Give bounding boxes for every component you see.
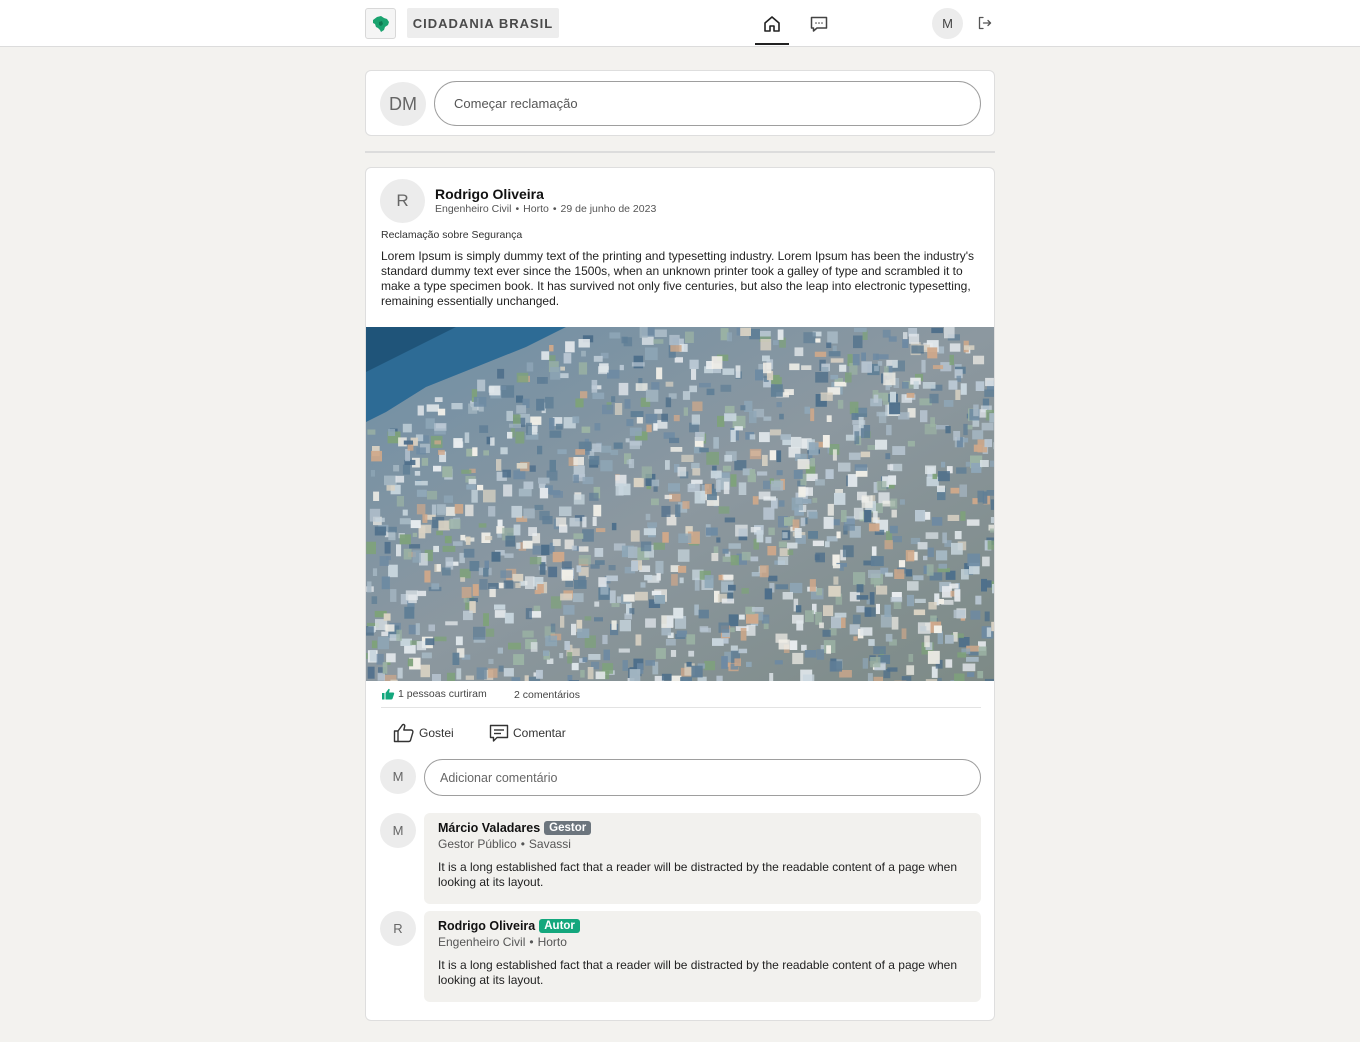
likes-count[interactable]: 1 pessoas curtiram	[381, 688, 487, 700]
post-image	[366, 327, 994, 681]
top-navigation-bar: CIDADANIA BRASIL M	[0, 0, 1360, 47]
comment-text: It is a long established fact that a rea…	[438, 958, 957, 987]
composer-avatar: DM	[380, 82, 426, 126]
thumbs-up-icon	[393, 723, 414, 743]
comment-input-avatar: M	[380, 759, 416, 794]
comment-button-label: Comentar	[513, 726, 566, 740]
likes-text: 1 pessoas curtiram	[398, 688, 487, 700]
comment-avatar[interactable]: R	[380, 911, 416, 946]
comment-author-name[interactable]: Márcio Valadares	[438, 821, 540, 835]
comment-author-name[interactable]: Rodrigo Oliveira	[438, 919, 535, 933]
comment-avatar[interactable]: M	[380, 813, 416, 848]
user-avatar[interactable]: M	[932, 8, 963, 39]
post-meta: Engenheiro Civil • Horto • 29 de junho de 20…	[435, 203, 657, 215]
comment-text: It is a long established fact that a rea…	[438, 860, 957, 889]
comment-author-role: Gestor Público	[438, 837, 517, 851]
post-location: Horto	[523, 203, 549, 215]
comment-button[interactable]: Comentar	[489, 722, 566, 744]
brand-name[interactable]: CIDADANIA BRASIL	[407, 8, 559, 38]
logout-icon[interactable]	[975, 13, 995, 33]
gestor-badge: Gestor	[544, 821, 592, 835]
comment-meta: Engenheiro Civil • Horto	[438, 935, 567, 949]
complaint-composer: DM Começar reclamação	[365, 70, 995, 136]
like-count-icon	[382, 688, 395, 700]
post-subject: Reclamação sobre Segurança	[381, 229, 523, 241]
comment-location: Horto	[537, 935, 567, 949]
comment-meta: Gestor Público • Savassi	[438, 837, 571, 851]
comment-icon	[489, 724, 509, 742]
comment-author-role: Engenheiro Civil	[438, 935, 526, 949]
post-date: 29 de junho de 2023	[560, 203, 657, 215]
post-body: Lorem Ipsum is simply dummy text of the …	[381, 249, 975, 308]
autor-badge: Autor	[539, 919, 580, 933]
post-stats: 1 pessoas curtiram 2 comentários	[381, 686, 981, 708]
post-author-avatar[interactable]: R	[380, 179, 425, 223]
post-author-name[interactable]: Rodrigo Oliveira	[435, 186, 544, 202]
start-complaint-input[interactable]: Começar reclamação	[434, 81, 981, 126]
home-icon[interactable]	[755, 9, 789, 45]
comment-item: Rodrigo Oliveira Autor Engenheiro Civil •…	[424, 911, 981, 1002]
feed-divider	[365, 151, 995, 153]
like-button-label: Gostei	[419, 726, 454, 740]
comment-item: Márcio Valadares Gestor Gestor Público • S…	[424, 813, 981, 904]
brazil-map-logo-icon[interactable]	[365, 8, 396, 39]
complaint-post: R Rodrigo Oliveira Engenheiro Civil • Hort…	[365, 167, 995, 1021]
chat-icon[interactable]	[802, 9, 836, 39]
comments-count[interactable]: 2 comentários	[514, 689, 580, 701]
comment-location: Savassi	[528, 837, 571, 851]
like-button[interactable]: Gostei	[393, 722, 454, 744]
post-author-role: Engenheiro Civil	[435, 203, 512, 215]
add-comment-input[interactable]: Adicionar comentário	[424, 759, 981, 796]
